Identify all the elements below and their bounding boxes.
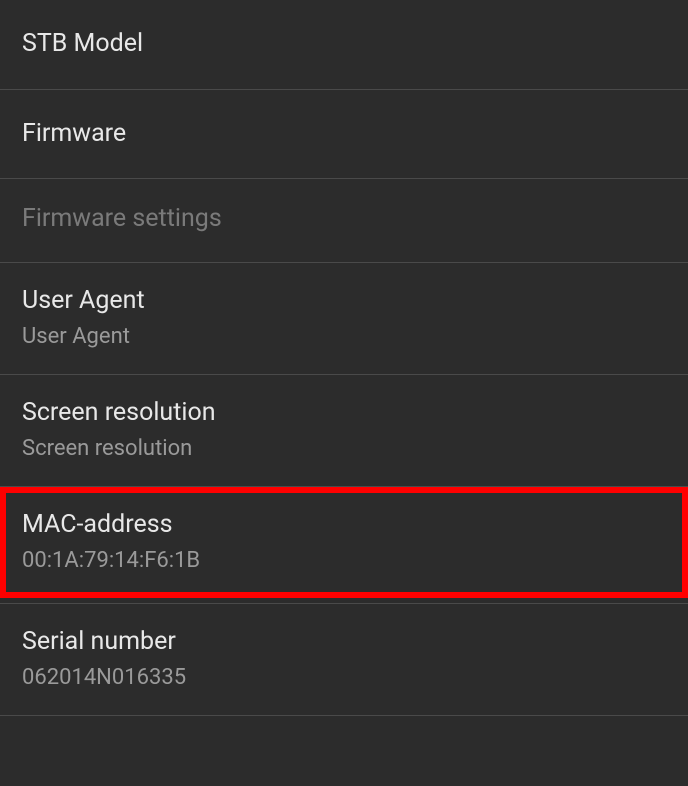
- setting-value: User Agent: [22, 323, 666, 352]
- setting-title: Screen resolution: [22, 397, 666, 430]
- setting-value: Screen resolution: [22, 435, 666, 464]
- setting-stb-model[interactable]: STB Model: [0, 0, 688, 90]
- setting-value: 00:1A:79:14:F6:1B: [22, 547, 666, 576]
- setting-firmware[interactable]: Firmware: [0, 90, 688, 180]
- setting-mac-address[interactable]: MAC-address 00:1A:79:14:F6:1B: [6, 493, 682, 592]
- setting-screen-resolution[interactable]: Screen resolution Screen resolution: [0, 375, 688, 487]
- setting-title: Firmware settings: [22, 203, 666, 236]
- setting-value: 062014N016335: [22, 664, 666, 693]
- setting-firmware-settings: Firmware settings: [0, 179, 688, 263]
- setting-title: STB Model: [22, 28, 666, 61]
- setting-user-agent[interactable]: User Agent User Agent: [0, 263, 688, 375]
- setting-title: MAC-address: [22, 509, 666, 542]
- setting-title: User Agent: [22, 285, 666, 318]
- setting-title: Firmware: [22, 118, 666, 151]
- setting-title: Serial number: [22, 626, 666, 659]
- highlight-box: MAC-address 00:1A:79:14:F6:1B: [0, 487, 688, 598]
- setting-serial-number[interactable]: Serial number 062014N016335: [0, 604, 688, 716]
- settings-list: STB Model Firmware Firmware settings Use…: [0, 0, 688, 716]
